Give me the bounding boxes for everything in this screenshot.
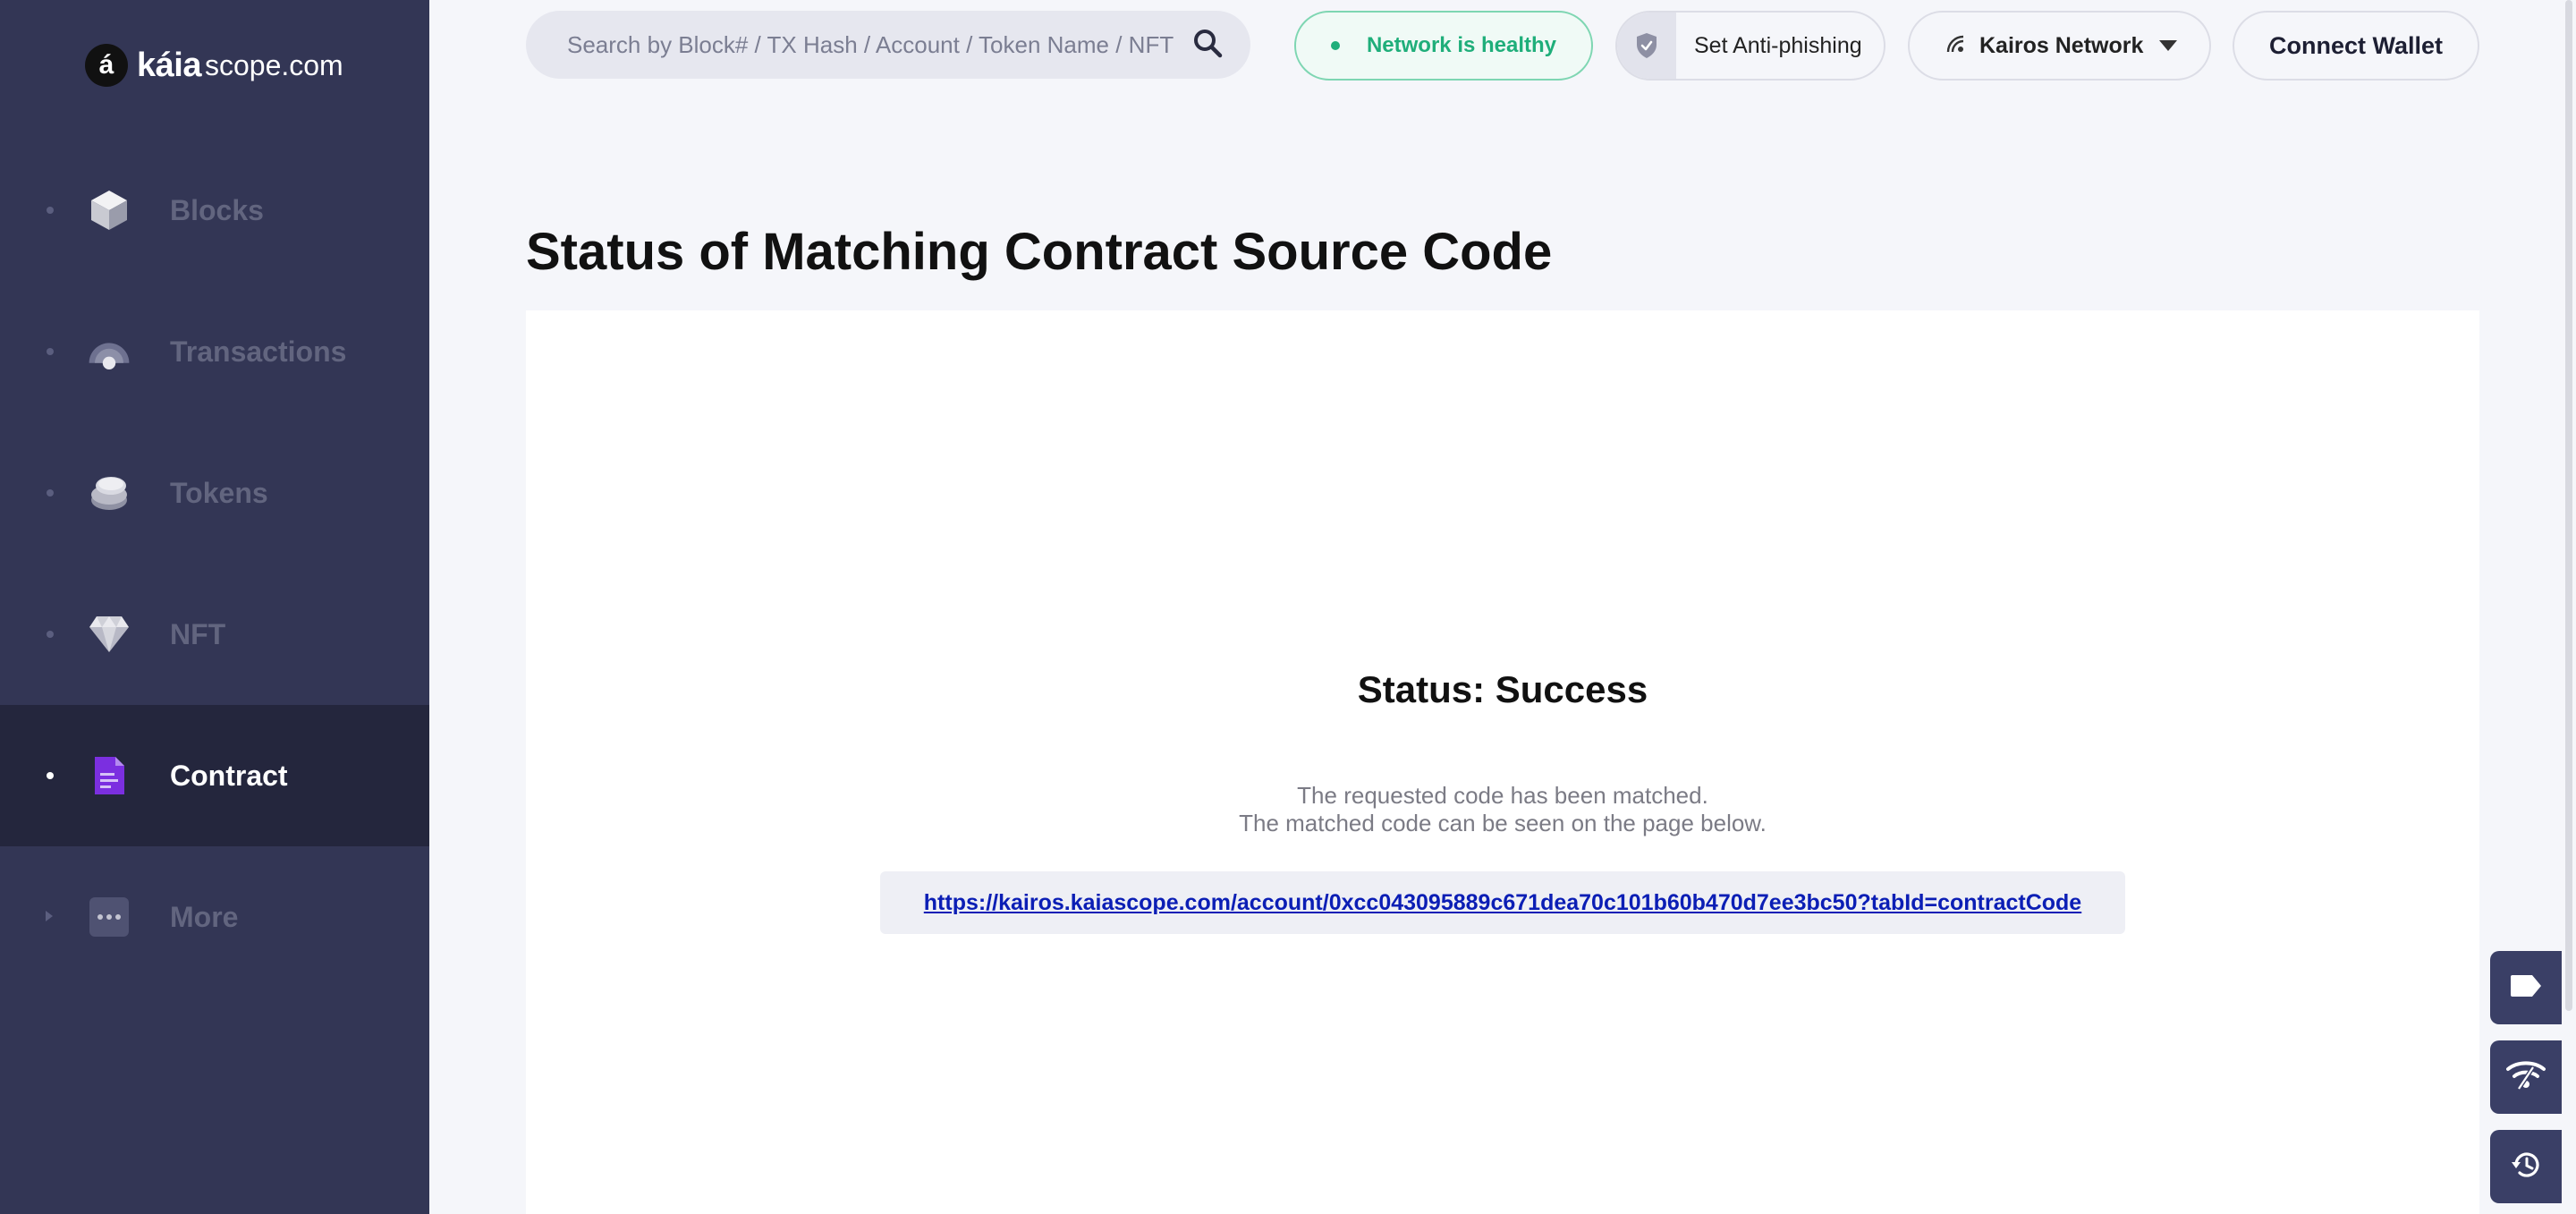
- cube-icon: [88, 189, 131, 232]
- network-selector-label: Kairos Network: [1979, 32, 2144, 58]
- logo-mark-icon: á: [85, 44, 128, 87]
- logo-domain: scope.com: [204, 48, 343, 81]
- matched-code-link[interactable]: https://kairos.kaiascope.com/account/0xc…: [924, 890, 2081, 916]
- sidebar-item-label: NFT: [170, 617, 226, 650]
- sidebar-item-nft[interactable]: NFT: [0, 564, 429, 705]
- diamond-icon: [88, 613, 131, 656]
- kaiascope-logo[interactable]: á káia scope.com: [85, 43, 343, 88]
- nav-bullet: [47, 772, 54, 779]
- status-line: The requested code has been matched.: [1297, 782, 1708, 809]
- status-line: The matched code can be seen on the page…: [1239, 810, 1767, 836]
- network-signal-icon: [1945, 34, 1965, 58]
- logo-brand: káia: [137, 46, 201, 84]
- nav-bullet: [47, 348, 54, 355]
- sidebar-item-contract[interactable]: Contract: [0, 705, 429, 846]
- search-input[interactable]: [567, 30, 1191, 59]
- history-button[interactable]: [2490, 1130, 2562, 1203]
- chevron-right-icon: [45, 908, 54, 927]
- document-icon: [88, 754, 131, 797]
- sidebar-item-blocks[interactable]: Blocks: [0, 140, 429, 281]
- anti-phishing-button[interactable]: Set Anti-phishing: [1615, 11, 1885, 81]
- chevron-down-icon: [2159, 40, 2177, 51]
- more-icon: [88, 896, 131, 938]
- sidebar-item-label: Transactions: [170, 335, 347, 368]
- nav-bullet: [47, 489, 54, 497]
- network-status-text: Network is healthy: [1366, 33, 1557, 57]
- connect-wallet-button[interactable]: Connect Wallet: [2233, 11, 2479, 81]
- page-title: Status of Matching Contract Source Code: [526, 223, 1553, 281]
- history-icon: [2510, 1150, 2542, 1184]
- anti-phishing-label: Set Anti-phishing: [1694, 32, 1862, 58]
- sidebar-nav: Blocks Transactions Tokens NFT Contract …: [0, 140, 429, 988]
- network-status-badge[interactable]: Network is healthy: [1294, 11, 1593, 81]
- network-signal-button[interactable]: [2490, 1040, 2562, 1114]
- matched-code-link-box: https://kairos.kaiascope.com/account/0xc…: [880, 871, 2125, 934]
- tag-button[interactable]: [2490, 951, 2562, 1024]
- tag-icon: [2509, 973, 2543, 1003]
- network-selector[interactable]: Kairos Network: [1908, 11, 2211, 81]
- sidebar-item-more[interactable]: More: [0, 846, 429, 988]
- status-title: Status: Success: [1357, 668, 1648, 710]
- network-signal-icon: [2506, 1060, 2546, 1095]
- sidebar-item-label: Tokens: [170, 476, 268, 509]
- transactions-icon: [88, 330, 131, 373]
- nav-bullet: [47, 631, 54, 638]
- shield-icon: [1617, 13, 1676, 79]
- page-scrollbar[interactable]: [2562, 0, 2576, 1214]
- search-bar[interactable]: [526, 11, 1250, 79]
- sidebar-item-label: Blocks: [170, 193, 264, 226]
- nav-bullet: [47, 207, 54, 214]
- status-description: The requested code has been matched. The…: [526, 782, 2479, 837]
- sidebar-item-label: More: [170, 900, 239, 933]
- sidebar-item-transactions[interactable]: Transactions: [0, 281, 429, 422]
- scrollbar-thumb[interactable]: [2565, 0, 2572, 1011]
- coins-icon: [88, 471, 131, 514]
- sidebar-item-tokens[interactable]: Tokens: [0, 422, 429, 564]
- status-card: Status: Success The requested code has b…: [526, 310, 2479, 1214]
- sidebar-item-label: Contract: [170, 759, 288, 792]
- status-dot-icon: [1330, 41, 1340, 50]
- search-icon[interactable]: [1191, 27, 1224, 64]
- sidebar: á káia scope.com Blocks Transactions Tok…: [0, 0, 429, 1214]
